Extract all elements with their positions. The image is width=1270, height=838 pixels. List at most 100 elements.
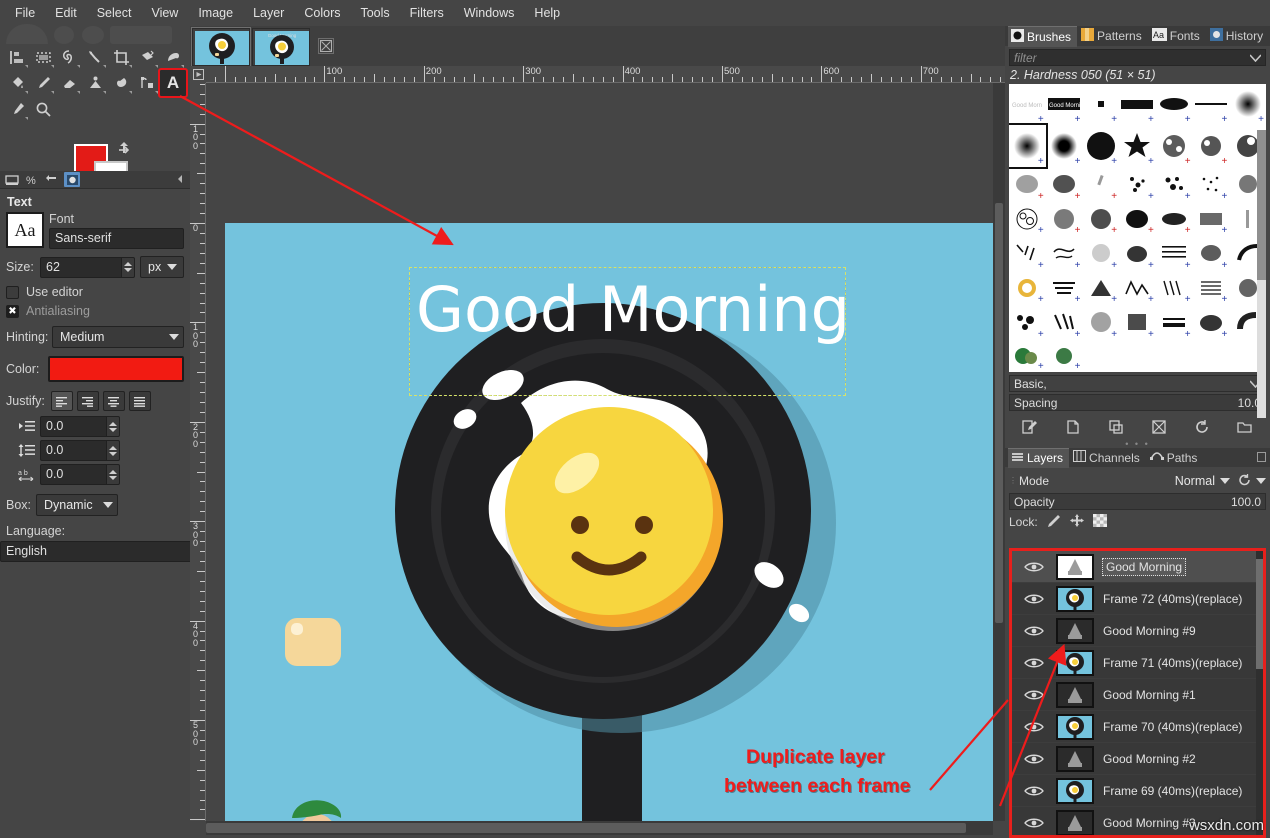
text-color-button[interactable] xyxy=(48,356,184,382)
tab-fonts[interactable]: Aa Fonts xyxy=(1149,26,1206,46)
brush-cell[interactable]: + xyxy=(1009,271,1046,306)
brush-cell[interactable]: + xyxy=(1046,167,1083,202)
canvas-text-layer[interactable]: Good Morning xyxy=(416,275,846,345)
close-image-icon[interactable] xyxy=(318,38,334,54)
layer-visibility-toggle[interactable] xyxy=(1012,657,1056,669)
layer-thumbnail-text[interactable] xyxy=(1056,746,1094,772)
lock-pixels-icon[interactable] xyxy=(1047,514,1061,530)
brush-cell[interactable]: + xyxy=(1046,125,1083,168)
language-input[interactable]: English xyxy=(0,541,208,562)
ruler-origin-button[interactable] xyxy=(190,66,206,83)
brush-cell[interactable]: + xyxy=(1046,340,1083,373)
layer-visibility-toggle[interactable] xyxy=(1012,817,1056,829)
smudge-tool[interactable] xyxy=(108,70,134,96)
new-brush-icon[interactable] xyxy=(1062,417,1084,437)
tab-patterns[interactable]: Patterns xyxy=(1078,26,1148,46)
horizontal-scrollbar[interactable] xyxy=(206,821,993,835)
layers-list[interactable]: Good Morning Frame 72 (40ms)(replace) xyxy=(1009,548,1266,838)
justify-left-button[interactable] xyxy=(51,391,73,411)
tool-options-tab-icon[interactable] xyxy=(64,172,80,187)
font-preview-icon[interactable]: Aa xyxy=(6,212,44,248)
brush-cell[interactable]: + xyxy=(1082,236,1119,271)
brush-cell[interactable]: + xyxy=(1193,125,1230,168)
brush-cell[interactable]: + xyxy=(1156,271,1193,306)
brush-cell[interactable]: + xyxy=(1193,236,1230,271)
menu-item-filters[interactable]: Filters xyxy=(401,3,453,23)
brush-grid[interactable]: Good Morning+ Good Morning+ + + + + + + … xyxy=(1009,84,1266,372)
layers-scrollbar-thumb[interactable] xyxy=(1256,559,1263,669)
use-editor-checkbox[interactable] xyxy=(6,286,19,299)
layer-row-6[interactable]: Good Morning #2 xyxy=(1012,743,1263,775)
indent-stepper[interactable] xyxy=(106,416,120,437)
use-editor-row[interactable]: Use editor xyxy=(6,285,184,299)
layer-name-5[interactable]: Frame 70 (40ms)(replace) xyxy=(1103,720,1242,734)
brush-cell[interactable]: + xyxy=(1156,125,1193,168)
menu-item-help[interactable]: Help xyxy=(525,3,569,23)
eraser-tool[interactable] xyxy=(56,70,82,96)
brush-cell[interactable] xyxy=(1156,340,1193,373)
layer-name-2[interactable]: Good Morning #9 xyxy=(1103,624,1196,638)
brush-cell[interactable] xyxy=(1082,340,1119,373)
delete-brush-icon[interactable] xyxy=(1148,417,1170,437)
letter-spacing-input[interactable]: 0.0 xyxy=(40,464,106,485)
layers-dock-menu-icon[interactable] xyxy=(1257,451,1270,465)
bucket-fill-tool[interactable] xyxy=(4,70,30,96)
vertical-scrollbar[interactable] xyxy=(993,83,1005,821)
lock-alpha-icon[interactable] xyxy=(1093,514,1107,530)
brush-cell[interactable]: + xyxy=(1082,84,1119,125)
brush-cell[interactable]: + xyxy=(1009,202,1046,237)
menu-item-view[interactable]: View xyxy=(142,3,187,23)
crop-tool[interactable] xyxy=(108,44,134,70)
fuzzy-select-tool[interactable] xyxy=(82,44,108,70)
brush-cell[interactable]: + xyxy=(1046,305,1083,340)
brush-filter-bar[interactable]: filter xyxy=(1009,49,1266,66)
layer-name-7[interactable]: Frame 69 (40ms)(replace) xyxy=(1103,784,1242,798)
horizontal-scrollbar-thumb[interactable] xyxy=(206,823,966,833)
text-tool[interactable]: A xyxy=(160,70,186,96)
brush-cell[interactable]: + xyxy=(1082,305,1119,340)
rect-select-tool[interactable] xyxy=(30,44,56,70)
brush-cell[interactable]: + xyxy=(1156,84,1193,125)
tab-paths[interactable]: Paths xyxy=(1147,448,1204,467)
layer-thumbnail-image[interactable] xyxy=(1056,650,1094,676)
layer-row-0[interactable]: Good Morning xyxy=(1012,551,1263,583)
brush-cell[interactable]: + xyxy=(1193,305,1230,340)
layer-visibility-toggle[interactable] xyxy=(1012,721,1056,733)
layers-scrollbar[interactable] xyxy=(1256,551,1263,838)
brush-cell[interactable]: + xyxy=(1082,167,1119,202)
layer-name-4[interactable]: Good Morning #1 xyxy=(1103,688,1196,702)
brush-cell[interactable]: + xyxy=(1119,167,1156,202)
layer-thumbnail-image[interactable] xyxy=(1056,714,1094,740)
layer-thumbnail-image[interactable] xyxy=(1056,778,1094,804)
brush-grid-scrollbar[interactable] xyxy=(1257,130,1266,418)
line-spacing-stepper[interactable] xyxy=(106,440,120,461)
menu-item-image[interactable]: Image xyxy=(189,3,242,23)
brush-spacing-slider[interactable]: Spacing 10.0 xyxy=(1009,394,1266,411)
brush-cell[interactable]: + xyxy=(1119,202,1156,237)
mode-select[interactable]: Normal xyxy=(1168,470,1234,492)
layer-thumbnail-image[interactable] xyxy=(1056,586,1094,612)
menu-item-select[interactable]: Select xyxy=(88,3,141,23)
brush-cell[interactable]: + xyxy=(1009,167,1046,202)
menu-item-layer[interactable]: Layer xyxy=(244,3,293,23)
layer-row-4[interactable]: Good Morning #1 xyxy=(1012,679,1263,711)
brush-cell[interactable]: + xyxy=(1082,125,1119,168)
brush-cell[interactable]: + xyxy=(1156,202,1193,237)
vertical-ruler[interactable]: 1000100200300400500 xyxy=(190,83,206,821)
brush-cell-selected[interactable]: + xyxy=(1009,125,1046,168)
brush-cell[interactable]: + xyxy=(1193,167,1230,202)
brush-cell[interactable]: + xyxy=(1119,236,1156,271)
box-select[interactable]: Dynamic xyxy=(36,494,118,516)
align-tool[interactable] xyxy=(4,44,30,70)
brush-cell[interactable]: + xyxy=(1082,202,1119,237)
layer-name-0[interactable]: Good Morning xyxy=(1102,558,1186,576)
lock-position-icon[interactable] xyxy=(1070,514,1084,530)
layer-visibility-toggle[interactable] xyxy=(1012,593,1056,605)
refresh-brushes-icon[interactable] xyxy=(1191,417,1213,437)
layer-visibility-toggle[interactable] xyxy=(1012,625,1056,637)
brush-cell[interactable]: + xyxy=(1193,271,1230,306)
zoom-tool[interactable] xyxy=(30,96,56,122)
brush-cell[interactable]: + xyxy=(1046,271,1083,306)
brush-cell[interactable]: + xyxy=(1009,305,1046,340)
layer-row-1[interactable]: Frame 72 (40ms)(replace) xyxy=(1012,583,1263,615)
